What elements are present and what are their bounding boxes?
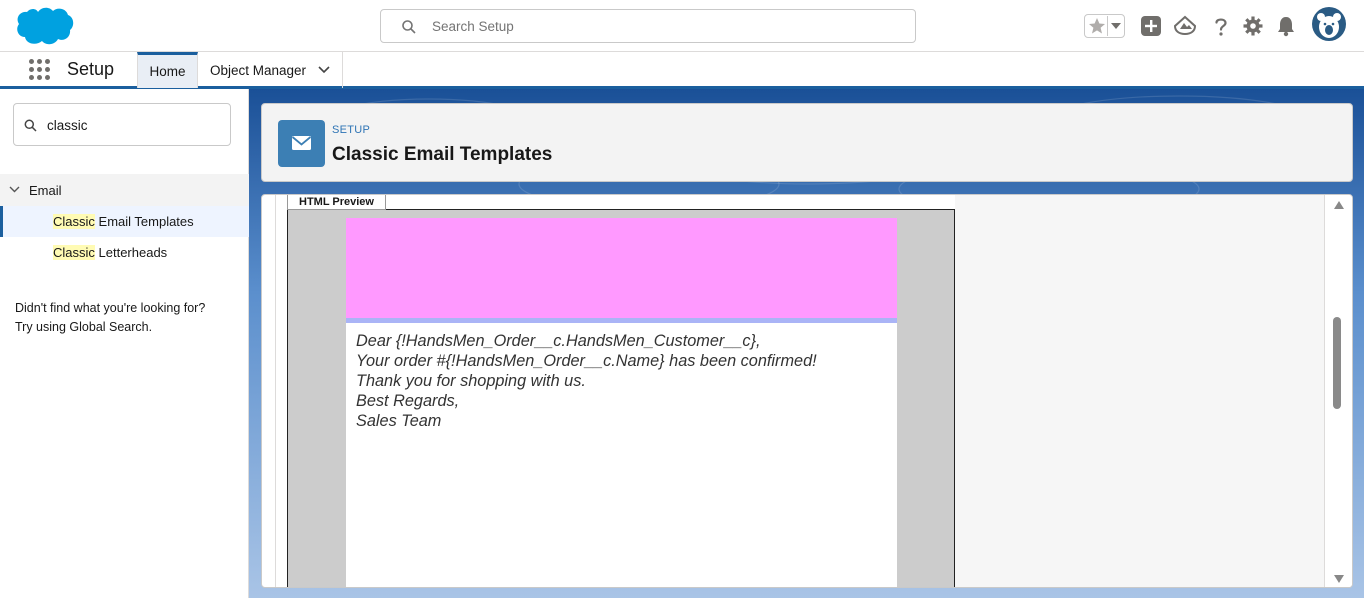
help-line-2: Try using Global Search.	[15, 320, 153, 334]
help-line-1: Didn't find what you're looking for?	[15, 301, 206, 315]
favorites-group[interactable]	[1084, 14, 1125, 38]
search-icon	[402, 20, 416, 34]
quick-find-value: classic	[47, 118, 88, 133]
letterhead-header	[346, 218, 897, 318]
page-eyebrow: SETUP	[332, 124, 371, 136]
setup-gear-icon[interactable]	[1242, 15, 1264, 37]
user-avatar[interactable]	[1312, 7, 1346, 41]
sidebar-help-text: Didn't find what you're looking for? Try…	[15, 299, 240, 337]
tab-object-manager[interactable]: Object Manager	[198, 52, 343, 88]
sidebar-item-label-rest: Letterheads	[94, 245, 168, 260]
sidebar-item-label-rest: Email Templates	[94, 214, 194, 229]
search-icon	[24, 119, 37, 132]
tree-section-label: Email	[29, 183, 62, 198]
content-right-pane	[955, 195, 1325, 587]
email-body-line: Thank you for shopping with us.	[356, 372, 586, 390]
notifications-bell-icon[interactable]	[1275, 15, 1297, 37]
context-bar: Setup Home Object Manager	[0, 52, 1364, 89]
content-card: Dear {!HandsMen_Order__c.HandsMen_Custom…	[261, 194, 1353, 588]
sidebar-item-classic-letterheads[interactable]: Classic Letterheads	[0, 237, 249, 268]
scrollbar-thumb[interactable]	[1333, 317, 1341, 409]
search-setup-input[interactable]: Search Setup	[380, 9, 916, 43]
global-actions-add-icon[interactable]	[1140, 15, 1162, 37]
html-preview-frame: Dear {!HandsMen_Order__c.HandsMen_Custom…	[287, 209, 955, 587]
tab-home-label: Home	[149, 64, 186, 79]
salesforce-logo[interactable]	[14, 6, 74, 48]
email-body-line: Dear {!HandsMen_Order__c.HandsMen_Custom…	[356, 332, 761, 350]
sidebar-item-label: Classic Email Templates	[53, 214, 194, 229]
page-header: SETUP Classic Email Templates	[261, 103, 1353, 182]
tree-section-email[interactable]: Email	[0, 174, 249, 206]
sidebar-item-label: Classic Letterheads	[53, 245, 167, 260]
email-letter: Dear {!HandsMen_Order__c.HandsMen_Custom…	[346, 218, 897, 587]
search-highlight: Classic	[53, 245, 95, 260]
page-title: Classic Email Templates	[332, 144, 553, 165]
email-body-line: Sales Team	[356, 412, 442, 430]
search-highlight: Classic	[53, 214, 95, 229]
scroll-down-icon[interactable]	[1334, 575, 1344, 583]
letterhead-rule	[346, 318, 897, 323]
search-placeholder: Search Setup	[432, 19, 514, 34]
scroll-up-icon[interactable]	[1334, 201, 1344, 209]
html-preview-tab[interactable]: HTML Preview	[287, 195, 386, 210]
content-divider	[275, 195, 276, 587]
setup-sidebar: classic Email Classic Email Templates Cl…	[0, 89, 249, 598]
favorites-dropdown-icon[interactable]	[1111, 23, 1121, 30]
email-body-line: Best Regards,	[356, 392, 460, 410]
global-header: Search Setup	[0, 0, 1364, 52]
email-body: Dear {!HandsMen_Order__c.HandsMen_Custom…	[356, 331, 886, 431]
app-launcher-icon[interactable]	[29, 59, 50, 80]
chevron-down-icon[interactable]	[9, 186, 20, 193]
tab-object-manager-label: Object Manager	[210, 63, 307, 78]
help-icon[interactable]	[1210, 15, 1232, 37]
email-body-line: Your order #{!HandsMen_Order__c.Name} ha…	[356, 352, 817, 370]
chevron-down-icon[interactable]	[318, 66, 330, 74]
trailhead-icon[interactable]	[1174, 15, 1196, 37]
sidebar-item-classic-email-templates[interactable]: Classic Email Templates	[0, 206, 249, 237]
tab-home[interactable]: Home	[137, 52, 198, 88]
vertical-scrollbar[interactable]	[1325, 195, 1352, 587]
app-name: Setup	[67, 59, 115, 79]
email-icon	[278, 120, 325, 167]
favorites-star-icon[interactable]	[1087, 16, 1108, 36]
quick-find-input[interactable]: classic	[13, 103, 231, 146]
